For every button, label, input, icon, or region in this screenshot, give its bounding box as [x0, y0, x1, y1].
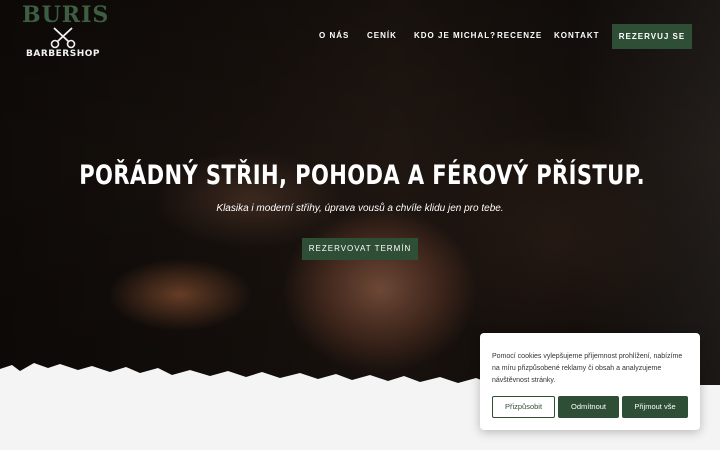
nav-item-contact[interactable]: KONTAKT: [554, 31, 600, 40]
brand-name: BURIS: [22, 2, 110, 28]
hero-headline: POŘÁDNÝ STŘIH, POHODA A FÉROVÝ PŘÍSTUP.: [79, 160, 646, 191]
scissors-icon: [50, 27, 76, 49]
brand-logo[interactable]: BURIS BARBERSHOP: [22, 2, 110, 65]
hero-subline: Klasika i moderní střihy, úprava vousů a…: [216, 203, 504, 214]
cookie-consent-text: Pomocí cookies vylepšujeme příjemnost pr…: [492, 353, 683, 384]
book-appointment-button[interactable]: REZERVOVAT TERMÍN: [302, 238, 418, 260]
hero-overlay: [0, 0, 720, 385]
book-now-button[interactable]: REZERVUJ SE: [612, 24, 692, 49]
cookie-reject-button[interactable]: Odmítnout: [558, 396, 619, 418]
nav-item-about[interactable]: O NÁS: [319, 31, 349, 40]
brand-subtitle: BARBERSHOP: [26, 49, 100, 59]
cookie-customize-button[interactable]: Přizpůsobit: [492, 396, 555, 418]
nav-item-pricing[interactable]: CENÍK: [367, 31, 397, 40]
cookie-accept-all-button[interactable]: Přijmout vše: [622, 396, 688, 418]
cookie-consent-banner: Pomocí cookies vylepšujeme příjemnost pr…: [480, 333, 700, 430]
nav-item-who-is-michal[interactable]: KDO JE MICHAL?: [414, 31, 496, 40]
nav-item-reviews[interactable]: RECENZE: [497, 31, 542, 40]
